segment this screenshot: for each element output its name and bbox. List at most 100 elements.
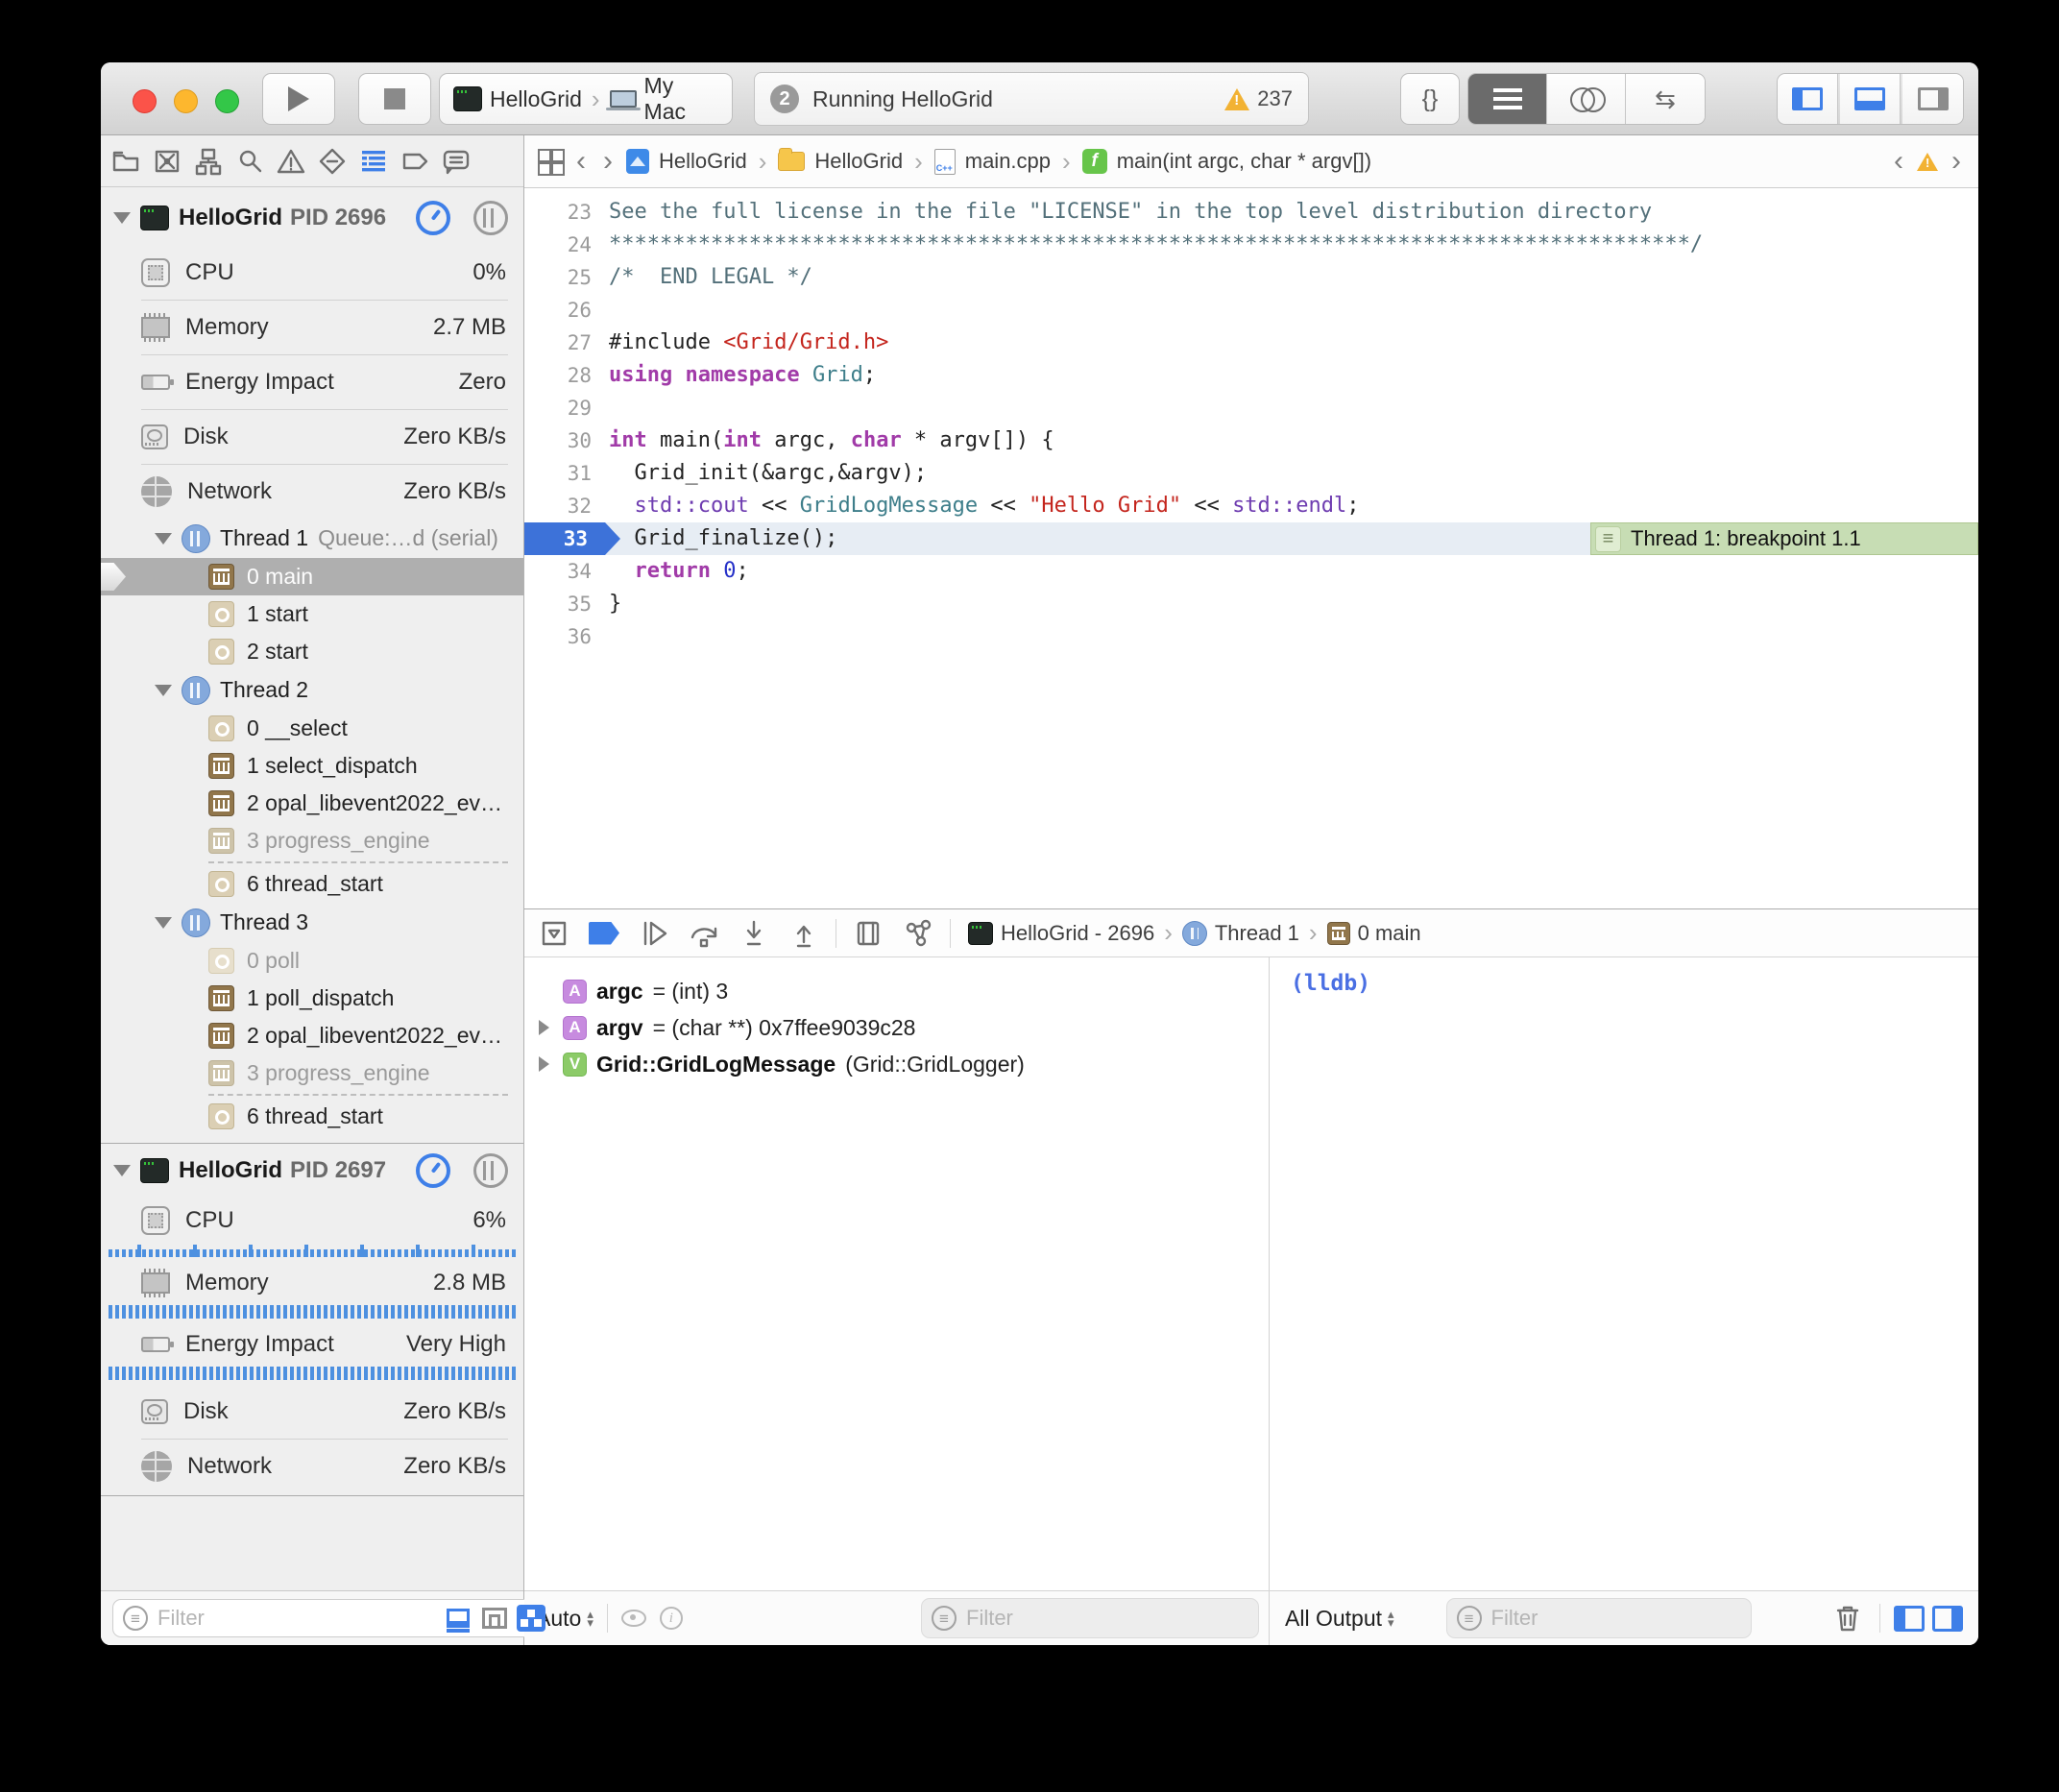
breakpoint-navigator-icon[interactable] bbox=[400, 146, 430, 177]
line-number[interactable]: 26 bbox=[524, 294, 609, 327]
thread-row[interactable]: Thread 2 bbox=[101, 670, 523, 710]
warning-icon[interactable] bbox=[1917, 153, 1938, 171]
stat-row-cpu[interactable]: CPU6% bbox=[101, 1198, 523, 1244]
performance-gauge-icon[interactable] bbox=[416, 1153, 450, 1188]
continue-button[interactable] bbox=[636, 916, 672, 951]
breakpoint-annotation[interactable]: Thread 1: breakpoint 1.1 bbox=[1590, 522, 1978, 555]
toggle-navigator-button[interactable] bbox=[1778, 74, 1838, 124]
zoom-button[interactable] bbox=[215, 89, 239, 113]
line-number[interactable]: 35 bbox=[524, 588, 609, 620]
threads-view-icon[interactable] bbox=[473, 1153, 508, 1188]
memory-graph-button[interactable] bbox=[900, 916, 936, 951]
variable-row[interactable]: A argv = (char **) 0x7ffee9039c28 bbox=[534, 1009, 1259, 1046]
disclosure-triangle-icon[interactable] bbox=[534, 1020, 553, 1035]
stat-row-energy[interactable]: Energy ImpactVery High bbox=[101, 1322, 523, 1367]
line-number[interactable]: 36 bbox=[524, 620, 609, 653]
disclosure-triangle-icon[interactable] bbox=[155, 685, 172, 696]
console-filter-input[interactable] bbox=[1490, 1605, 1741, 1632]
stat-row-memory[interactable]: Memory2.7 MB bbox=[101, 300, 523, 354]
step-out-button[interactable] bbox=[786, 916, 822, 951]
process-row[interactable]: HelloGrid PID 2696 bbox=[101, 191, 523, 245]
process-row[interactable]: HelloGrid PID 2697 bbox=[101, 1144, 523, 1198]
search-navigator-icon[interactable] bbox=[234, 146, 265, 177]
variables-filter-field[interactable] bbox=[921, 1598, 1259, 1638]
show-running-only-button[interactable] bbox=[444, 1604, 472, 1633]
line-number[interactable]: 25 bbox=[524, 261, 609, 294]
variable-row[interactable]: V Grid::GridLogMessage (Grid::GridLogger… bbox=[534, 1046, 1259, 1082]
toggle-debug-area-button[interactable] bbox=[1840, 74, 1901, 124]
show-variables-view-button[interactable] bbox=[1894, 1606, 1925, 1632]
stat-row-network[interactable]: NetworkZero KB/s bbox=[101, 1439, 523, 1493]
line-number[interactable]: 32 bbox=[524, 490, 609, 522]
stat-row-energy[interactable]: Energy ImpactZero bbox=[101, 354, 523, 409]
stack-frame-row[interactable]: 2 opal_libevent2022_ev… bbox=[101, 1017, 523, 1054]
variables-view[interactable]: A argc = (int) 3 A argv = (char **) 0x7f… bbox=[524, 957, 1270, 1590]
stack-frame-row[interactable]: 3 progress_engine bbox=[101, 822, 523, 860]
navigator-filter-input[interactable] bbox=[156, 1605, 436, 1632]
stat-row-disk[interactable]: DiskZero KB/s bbox=[101, 409, 523, 464]
stack-frame-row[interactable]: 0 poll bbox=[101, 942, 523, 980]
line-number[interactable]: 24 bbox=[524, 229, 609, 261]
stack-frame-row[interactable]: 6 thread_start bbox=[101, 1098, 523, 1135]
warning-count[interactable]: 237 bbox=[1257, 86, 1293, 111]
stack-frame-row[interactable]: 3 progress_engine bbox=[101, 1054, 523, 1092]
code-snippets-button[interactable]: {} bbox=[1400, 73, 1460, 125]
thread-row[interactable]: Thread 3 bbox=[101, 903, 523, 942]
stack-frame-row[interactable]: 0 main bbox=[101, 558, 523, 595]
next-issue-button[interactable]: › bbox=[1948, 145, 1965, 178]
performance-gauge-icon[interactable] bbox=[416, 201, 450, 235]
back-button[interactable]: ‹ bbox=[572, 145, 590, 178]
stack-frame-row[interactable]: 1 select_dispatch bbox=[101, 747, 523, 785]
breakpoint-badge[interactable]: 33 bbox=[524, 522, 620, 555]
activity-status-bar[interactable]: 2 Running HelloGrid 237 bbox=[754, 72, 1309, 126]
disclosure-triangle-icon[interactable] bbox=[155, 917, 172, 929]
stat-row-network[interactable]: NetworkZero KB/s bbox=[101, 464, 523, 519]
line-number[interactable]: 29 bbox=[524, 392, 609, 424]
disclosure-triangle-icon[interactable] bbox=[155, 533, 172, 545]
console-scope-select[interactable]: All Output ▴▾ bbox=[1285, 1606, 1394, 1632]
stat-row-disk[interactable]: DiskZero KB/s bbox=[101, 1384, 523, 1439]
show-stack-frames-button[interactable] bbox=[517, 1604, 545, 1633]
step-into-button[interactable] bbox=[736, 916, 772, 951]
line-number[interactable]: 28 bbox=[524, 359, 609, 392]
hide-debug-area-button[interactable] bbox=[536, 916, 572, 951]
console-filter-field[interactable] bbox=[1446, 1598, 1752, 1638]
variables-filter-input[interactable] bbox=[964, 1605, 1248, 1632]
standard-editor-button[interactable] bbox=[1468, 74, 1547, 124]
disclosure-triangle-icon[interactable] bbox=[534, 1056, 553, 1072]
breadcrumb-symbol[interactable]: main(int argc, char * argv[]) bbox=[1117, 149, 1371, 174]
stack-frame-row[interactable]: 6 thread_start bbox=[101, 865, 523, 903]
stack-frame-row[interactable]: 2 opal_libevent2022_ev… bbox=[101, 785, 523, 822]
breadcrumb-group[interactable]: HelloGrid bbox=[814, 149, 903, 174]
clear-console-button[interactable] bbox=[1829, 1601, 1866, 1635]
breakpoints-toggle-button[interactable] bbox=[586, 916, 622, 951]
disclosure-triangle-icon[interactable] bbox=[113, 212, 131, 224]
show-crashed-only-button[interactable] bbox=[480, 1604, 509, 1633]
breadcrumb-file[interactable]: main.cpp bbox=[965, 149, 1051, 174]
related-items-icon[interactable] bbox=[538, 149, 563, 174]
toggle-inspector-button[interactable] bbox=[1902, 74, 1963, 124]
show-console-button[interactable] bbox=[1932, 1606, 1963, 1632]
line-number[interactable]: 23 bbox=[524, 196, 609, 229]
line-number[interactable]: 27 bbox=[524, 327, 609, 359]
stop-button[interactable] bbox=[358, 73, 431, 125]
line-number[interactable]: 34 bbox=[524, 555, 609, 588]
thread-row[interactable]: Thread 1 Queue:…d (serial) bbox=[101, 519, 523, 558]
issue-navigator-icon[interactable] bbox=[276, 146, 306, 177]
breadcrumb-project[interactable]: HelloGrid bbox=[659, 149, 747, 174]
project-navigator-icon[interactable] bbox=[110, 146, 141, 177]
symbol-navigator-icon[interactable] bbox=[193, 146, 224, 177]
console[interactable]: (lldb) bbox=[1270, 957, 1978, 1590]
scheme-selector[interactable]: HelloGrid › My Mac bbox=[439, 73, 733, 125]
run-button[interactable] bbox=[262, 73, 335, 125]
forward-button[interactable]: › bbox=[599, 145, 617, 178]
stack-frame-row[interactable]: 1 start bbox=[101, 595, 523, 633]
stat-row-memory[interactable]: Memory2.8 MB bbox=[101, 1261, 523, 1305]
stack-frame-row[interactable]: 2 start bbox=[101, 633, 523, 670]
breadcrumb-frame[interactable]: 0 main bbox=[1358, 921, 1421, 946]
quick-look-icon[interactable] bbox=[621, 1610, 646, 1627]
variable-row[interactable]: A argc = (int) 3 bbox=[534, 973, 1259, 1009]
view-debugger-button[interactable] bbox=[850, 916, 886, 951]
source-control-icon[interactable] bbox=[152, 146, 182, 177]
assistant-editor-button[interactable] bbox=[1547, 74, 1626, 124]
